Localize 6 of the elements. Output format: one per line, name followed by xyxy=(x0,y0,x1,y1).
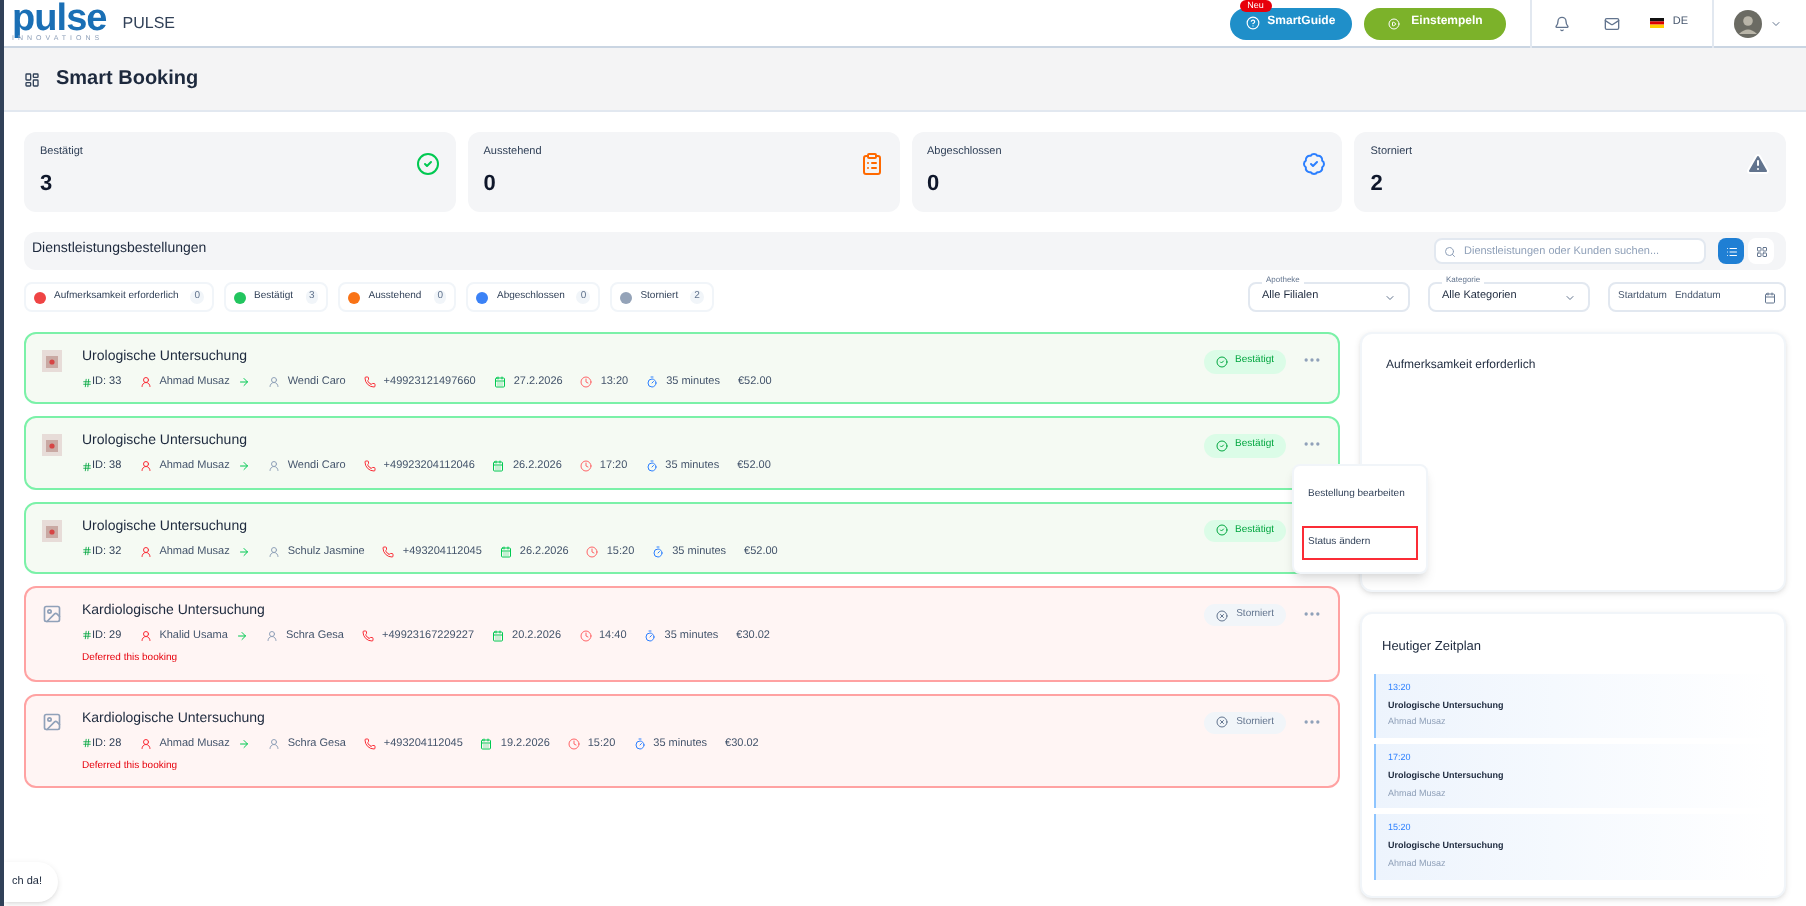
app-name: PULSE xyxy=(122,11,175,35)
stat-value: 2 xyxy=(1370,170,1385,201)
stat-value: 0 xyxy=(927,170,942,201)
page-title: Smart Booking xyxy=(56,66,199,94)
stat-value: 3 xyxy=(40,170,55,201)
stat-value: 0 xyxy=(483,170,498,201)
